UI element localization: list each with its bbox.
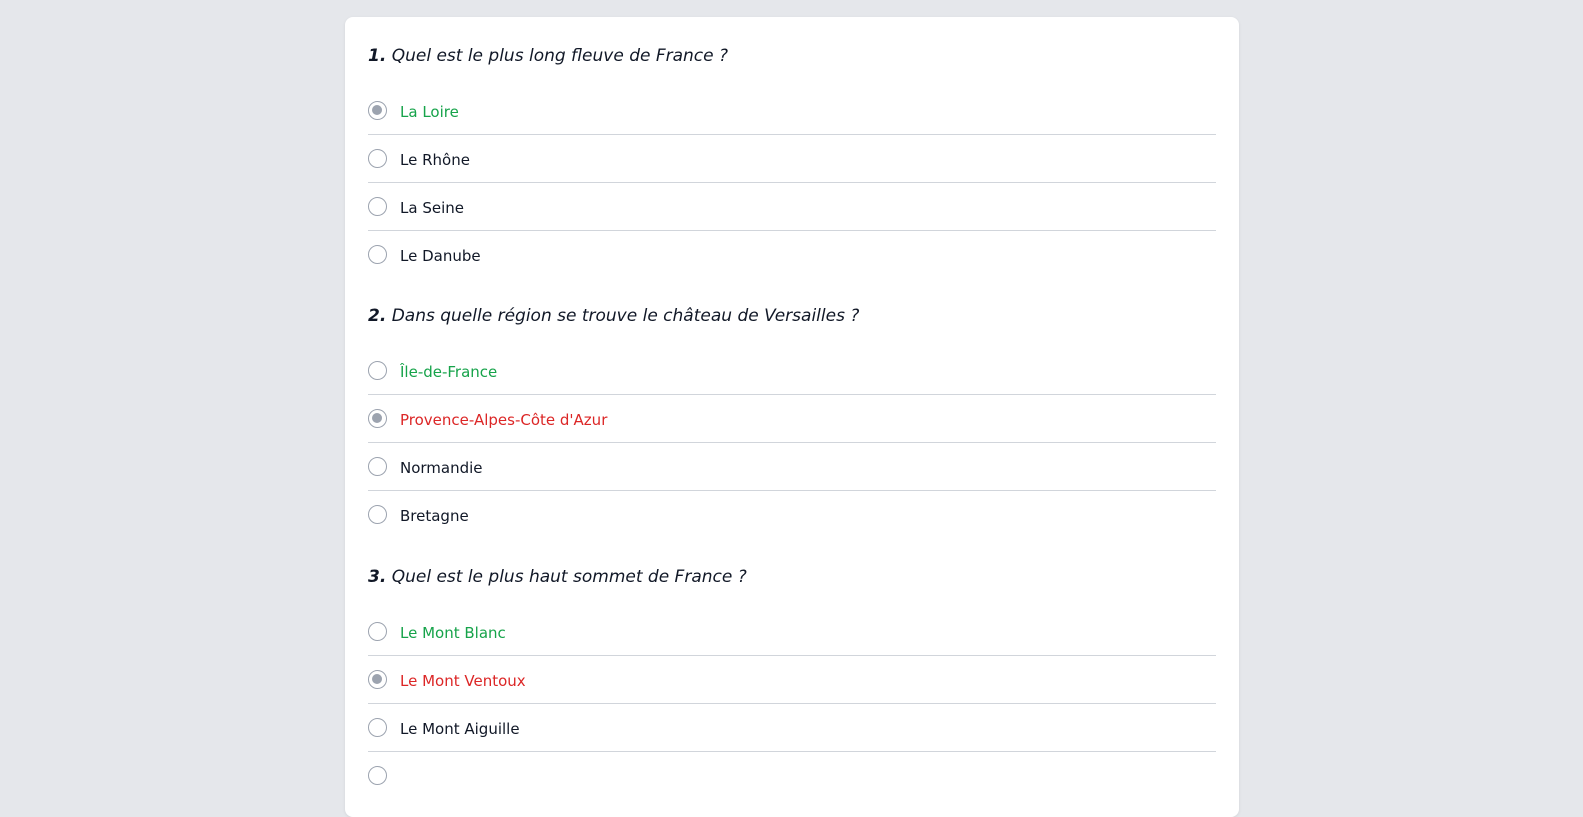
option-label: La Seine <box>400 199 464 217</box>
question-number: 2. <box>368 306 387 326</box>
question-2: 2. Dans quelle région se trouve le châte… <box>368 293 1216 539</box>
answer-option[interactable]: Bretagne <box>368 491 1216 539</box>
radio-button[interactable] <box>368 245 387 264</box>
answer-option[interactable] <box>368 752 1216 800</box>
quiz-card: 1. Quel est le plus long fleuve de Franc… <box>345 17 1239 817</box>
answer-option[interactable]: Île-de-France <box>368 347 1216 395</box>
option-label: Normandie <box>400 459 483 477</box>
radio-button[interactable] <box>368 361 387 380</box>
option-list: La Loire Le Rhône La Seine Le Danube <box>368 87 1216 279</box>
radio-button[interactable] <box>368 622 387 641</box>
question-number: 3. <box>368 567 387 587</box>
question-title: 3. Quel est le plus haut sommet de Franc… <box>368 554 1216 600</box>
option-label: Le Danube <box>400 247 481 265</box>
radio-button[interactable] <box>368 670 387 689</box>
answer-option[interactable]: Le Rhône <box>368 135 1216 183</box>
answer-option[interactable]: La Loire <box>368 87 1216 135</box>
answer-option[interactable]: Le Mont Aiguille <box>368 704 1216 752</box>
answer-option[interactable]: Le Danube <box>368 231 1216 279</box>
radio-button[interactable] <box>368 505 387 524</box>
question-number: 1. <box>368 46 387 66</box>
option-label: La Loire <box>400 103 459 121</box>
radio-button[interactable] <box>368 766 387 785</box>
option-list: Île-de-France Provence-Alpes-Côte d'Azur… <box>368 347 1216 539</box>
question-title: 2. Dans quelle région se trouve le châte… <box>368 293 1216 339</box>
option-label: Provence-Alpes-Côte d'Azur <box>400 411 608 429</box>
option-label: Le Mont Blanc <box>400 624 506 642</box>
question-title: 1. Quel est le plus long fleuve de Franc… <box>368 33 1216 79</box>
option-label: Le Mont Ventoux <box>400 672 526 690</box>
radio-button[interactable] <box>368 149 387 168</box>
answer-option[interactable]: Provence-Alpes-Côte d'Azur <box>368 395 1216 443</box>
radio-button[interactable] <box>368 718 387 737</box>
question-3: 3. Quel est le plus haut sommet de Franc… <box>368 554 1216 800</box>
option-label: Bretagne <box>400 507 469 525</box>
question-1: 1. Quel est le plus long fleuve de Franc… <box>368 33 1216 279</box>
radio-button[interactable] <box>368 457 387 476</box>
option-label: Le Rhône <box>400 151 470 169</box>
radio-button[interactable] <box>368 197 387 216</box>
option-label: Le Mont Aiguille <box>400 720 520 738</box>
question-text: Quel est le plus haut sommet de France ? <box>391 567 747 587</box>
answer-option[interactable]: Le Mont Blanc <box>368 608 1216 656</box>
option-label: Île-de-France <box>400 363 498 381</box>
question-text: Dans quelle région se trouve le château … <box>391 306 860 326</box>
answer-option[interactable]: Le Mont Ventoux <box>368 656 1216 704</box>
question-text: Quel est le plus long fleuve de France ? <box>391 46 729 66</box>
radio-button[interactable] <box>368 101 387 120</box>
radio-button[interactable] <box>368 409 387 428</box>
answer-option[interactable]: La Seine <box>368 183 1216 231</box>
answer-option[interactable]: Normandie <box>368 443 1216 491</box>
option-list: Le Mont Blanc Le Mont Ventoux Le Mont Ai… <box>368 608 1216 800</box>
